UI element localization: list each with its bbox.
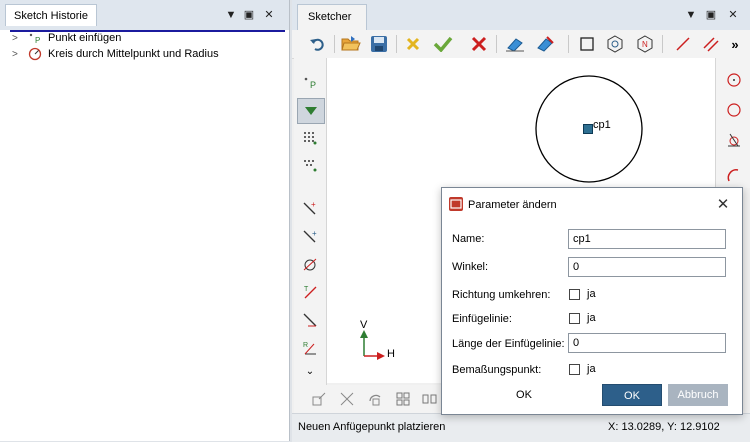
sketcher-vertical-toolbar: P + + T R ⌄	[294, 58, 327, 385]
svg-text:N: N	[642, 40, 648, 49]
axis-h-arrowhead	[377, 352, 385, 360]
laenge-input[interactable]	[568, 333, 726, 353]
chevron-down-icon[interactable]: ⌄	[297, 362, 323, 380]
hexagon-icon[interactable]	[604, 33, 626, 55]
circle-tangent-icon[interactable]	[721, 128, 747, 152]
svg-text:R: R	[303, 342, 308, 349]
sketch-history-panel	[0, 0, 290, 441]
axis-v-arrowhead	[360, 330, 368, 338]
dropdown-icon[interactable]: ▼	[684, 8, 698, 22]
tree-item-label: Kreis durch Mittelpunkt und Radius	[48, 48, 219, 60]
point-insert-icon: P	[28, 31, 42, 45]
cancel-yellow-icon[interactable]	[402, 33, 424, 55]
bemassung-label: Bemaßungspunkt:	[452, 364, 542, 376]
svg-text:T: T	[304, 286, 309, 293]
point-tool-icon[interactable]: P	[297, 70, 323, 94]
parameter-dialog	[441, 187, 743, 415]
maximize-icon[interactable]: ▣	[242, 8, 256, 22]
line-icon[interactable]	[672, 33, 694, 55]
name-input[interactable]	[568, 229, 726, 249]
richtung-check-label: ja	[587, 288, 596, 300]
tree-item-punkt-einfuegen[interactable]: > P Punkt einfügen	[12, 30, 121, 46]
status-message: Neuen Anfügepunkt platzieren	[298, 421, 446, 433]
point-label: cp1	[593, 119, 611, 131]
chevron-right-icon[interactable]: >	[12, 33, 24, 44]
perpendicular-tool-icon[interactable]	[297, 308, 323, 332]
confirm-icon[interactable]	[432, 33, 454, 55]
name-label: Name:	[452, 233, 485, 245]
point-pattern-icon[interactable]	[297, 154, 323, 178]
array-tool-icon[interactable]	[392, 388, 414, 410]
circle-point-icon[interactable]	[721, 68, 747, 92]
polygon-n-icon[interactable]: N	[634, 33, 656, 55]
tangent-line-icon[interactable]: T	[297, 280, 323, 304]
maximize-icon[interactable]: ▣	[704, 8, 718, 22]
save-icon[interactable]	[368, 33, 390, 55]
close-icon[interactable]: ✕	[262, 8, 276, 22]
circle-icon[interactable]	[721, 98, 747, 122]
toolbar-overflow-button[interactable]: »	[724, 33, 746, 55]
svg-text:+: +	[312, 229, 317, 238]
abbruch-button[interactable]: Abbruch	[668, 384, 728, 406]
ok-button[interactable]: OK	[602, 384, 662, 406]
circle-center-radius-icon	[28, 47, 42, 61]
tree-item-kreis[interactable]: > Kreis durch Mittelpunkt und Radius	[12, 46, 219, 62]
einfuegelinie-check-label: ja	[587, 312, 596, 324]
richtung-checkbox[interactable]	[569, 289, 580, 300]
dialog-title: Parameter ändern	[468, 199, 557, 211]
trim-tool-icon[interactable]	[336, 388, 358, 410]
arc-icon[interactable]	[721, 163, 747, 187]
circle-point-tool-icon[interactable]	[297, 252, 323, 276]
rotate-tool-icon[interactable]	[364, 388, 386, 410]
einfuegelinie-label: Einfügelinie:	[452, 313, 512, 325]
insertion-point-marker[interactable]	[583, 124, 593, 134]
svg-text:P: P	[35, 36, 40, 45]
parallel-lines-icon[interactable]	[700, 33, 722, 55]
eraser-icon[interactable]	[504, 33, 526, 55]
undo-icon[interactable]	[306, 33, 328, 55]
einfuegelinie-checkbox[interactable]	[569, 313, 580, 324]
ok-text-button[interactable]: OK	[497, 384, 551, 406]
delete-icon[interactable]	[468, 33, 490, 55]
richtung-label: Richtung umkehren:	[452, 289, 551, 301]
angle-tool-icon[interactable]: R	[297, 336, 323, 360]
svg-text:+: +	[311, 200, 316, 209]
line-point-tool-2-icon[interactable]: +	[297, 224, 323, 248]
axis-v-label: V	[360, 319, 368, 331]
dialog-app-icon	[449, 197, 463, 211]
point-grid-icon[interactable]	[297, 126, 323, 150]
winkel-label: Winkel:	[452, 261, 489, 273]
select-tool-icon[interactable]	[308, 388, 330, 410]
sketcher-bottom-toolbar	[294, 385, 444, 413]
insertion-point-tool-icon[interactable]	[297, 98, 325, 124]
tree-item-label: Punkt einfügen	[48, 32, 122, 44]
close-icon[interactable]: ✕	[716, 195, 730, 213]
sketch-history-tab[interactable]: Sketch Historie	[5, 4, 97, 26]
close-icon[interactable]: ✕	[726, 8, 740, 22]
sketcher-toolbar: N »	[292, 30, 750, 59]
open-folder-icon[interactable]	[340, 33, 362, 55]
bemassung-checkbox[interactable]	[569, 364, 580, 375]
chevron-right-icon[interactable]: >	[12, 49, 24, 60]
line-point-tool-icon[interactable]: +	[297, 196, 323, 220]
sketcher-right-toolbar	[715, 58, 750, 188]
dropdown-icon[interactable]: ▼	[224, 8, 238, 22]
axis-h-label: H	[387, 348, 395, 360]
mirror-tool-icon[interactable]	[418, 388, 440, 410]
laenge-label: Länge der Einfügelinie:	[452, 338, 565, 350]
svg-text:P: P	[310, 80, 316, 90]
eraser-red-icon[interactable]	[534, 33, 556, 55]
rectangle-icon[interactable]	[576, 33, 598, 55]
sketcher-tab[interactable]: Sketcher	[297, 4, 367, 30]
cursor-coordinates: X: 13.0289, Y: 12.9102	[608, 421, 720, 433]
bemassung-check-label: ja	[587, 363, 596, 375]
winkel-input[interactable]	[568, 257, 726, 277]
